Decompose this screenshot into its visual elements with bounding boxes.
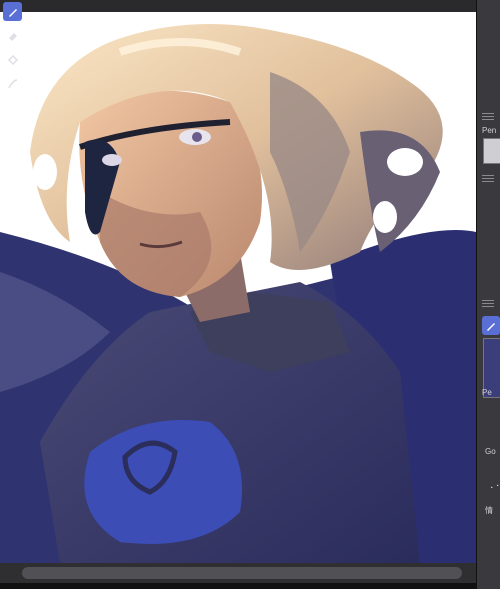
dots-icon[interactable]: ⠂⠁ [490, 484, 500, 493]
panel-grip-handle[interactable] [482, 300, 494, 307]
brush-preview-label: Pe [482, 388, 492, 397]
bottom-label-2: 情 [485, 506, 493, 515]
status-strip [0, 583, 500, 589]
sub-tool-label: Pen [482, 126, 497, 135]
fill-icon[interactable] [3, 50, 22, 69]
tool-panel [476, 0, 500, 589]
airbrush-icon[interactable] [3, 74, 22, 93]
pen-icon[interactable] [3, 2, 22, 21]
scrollbar-thumb[interactable] [22, 567, 462, 579]
bottom-label-1: Go [485, 447, 496, 456]
property-row[interactable] [486, 240, 500, 250]
panel-grip-handle[interactable] [482, 113, 494, 120]
property-row[interactable] [486, 265, 500, 275]
drawing-canvas[interactable] [0, 12, 476, 563]
panel-grip-handle[interactable] [482, 175, 494, 182]
top-bar [0, 0, 500, 12]
artwork [0, 12, 476, 563]
horizontal-scrollbar[interactable] [0, 563, 476, 583]
brush-preview-pen-icon[interactable] [482, 316, 500, 335]
sub-tool-swatch[interactable] [483, 138, 500, 164]
eraser-icon[interactable] [3, 26, 22, 45]
property-row[interactable] [486, 210, 500, 220]
